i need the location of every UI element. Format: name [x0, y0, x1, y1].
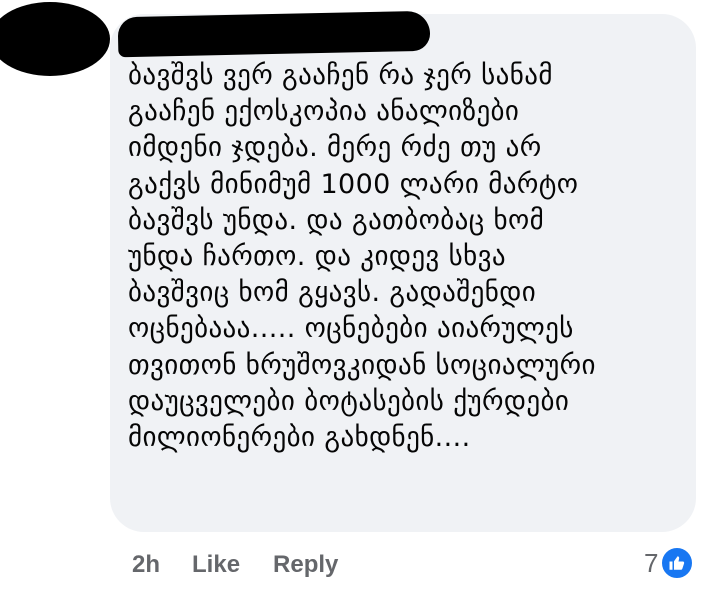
comment-timestamp[interactable]: 2h [132, 551, 160, 579]
comment-line: გაქვს მინიმუმ 1000 ლარი მარტო [128, 168, 579, 200]
reaction-count: 7 [644, 547, 659, 578]
author-name-redaction [117, 10, 431, 58]
reaction-summary[interactable]: 7 [644, 546, 695, 580]
avatar[interactable] [0, 2, 110, 76]
comment-line: უნდა ჩართო. და კიდევ სხვა [128, 241, 507, 273]
comment-actions: 2h Like Reply [132, 548, 371, 582]
comment-line: დაუცველები ბოტასების ქურდები [128, 385, 570, 417]
comment-line: ბავშვს ვერ გააჩენ რა ჯერ სანამ [128, 60, 553, 91]
reply-button[interactable]: Reply [273, 551, 338, 579]
comment-line: გააჩენ ექოსკოპია ანალიზები [128, 96, 520, 128]
comment-screenshot: ბავშვს ვერ გააჩენ რა ჯერ სანამ გააჩენ ექ… [0, 0, 720, 602]
comment-line: იმდენი ჯდება. მერე რძე თუ არ [128, 132, 542, 164]
comment-line: მილიონერები გახდნენ.... [128, 422, 471, 454]
comment-line: ბავშვს უნდა. და გათბობაც ხომ [128, 204, 545, 236]
like-button[interactable]: Like [192, 551, 240, 579]
comment-line: თვითონ ხრუშოვკიდან სოციალური [128, 349, 596, 381]
thumbs-up-icon [660, 546, 695, 580]
comment-line: ოცნებააა..... ოცნებები აიარულეს [128, 313, 574, 345]
comment-line: ბავშვიც ხომ გყავს. გადაშენდი [128, 277, 537, 309]
comment-text: ბავშვს ვერ გააჩენ რა ჯერ სანამ გააჩენ ექ… [128, 58, 688, 456]
